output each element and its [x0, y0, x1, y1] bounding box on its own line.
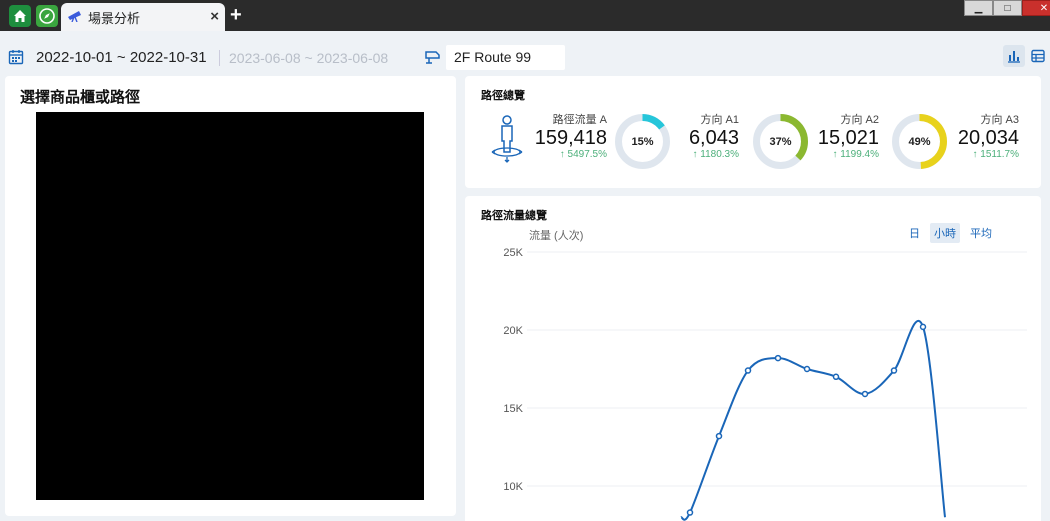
data-point[interactable]: [744, 367, 752, 374]
path-summary-panel: 路徑總覽 路徑流量 A 159,418 ↑ 5497.5% 15% 方向 A1 …: [465, 76, 1041, 188]
person-path-icon: [491, 114, 523, 169]
direction-a1-donut: 15%: [614, 113, 671, 170]
y-tick-label: 15K: [503, 403, 523, 415]
new-tab-button[interactable]: +: [230, 4, 242, 26]
path-flow-chart-panel: 路徑流量總覽 流量 (人次) 日 小時 平均 25K 20K 15K 10K: [465, 196, 1041, 521]
compass-icon[interactable]: [36, 5, 58, 27]
data-point[interactable]: [715, 432, 723, 440]
total-path-stat: 路徑流量 A 159,418 ↑ 5497.5%: [533, 111, 607, 160]
window-controls: ▁ □ ✕: [964, 0, 1050, 16]
camera-icon: [424, 49, 442, 70]
y-tick-label: 10K: [503, 481, 523, 493]
bar-chart-icon: [1008, 51, 1020, 63]
direction-a2-change: ↑ 1199.4%: [832, 149, 879, 160]
direction-a2-value: 15,021: [817, 127, 879, 149]
direction-a2-stat: 方向 A2 15,021 ↑ 1199.4%: [813, 111, 879, 160]
data-point[interactable]: [832, 373, 840, 381]
table-view-button[interactable]: [1028, 45, 1048, 67]
total-path-label: 路徑流量 A: [552, 114, 607, 126]
compare-date-range[interactable]: 2023-06-08 ~ 2023-06-08: [229, 50, 388, 66]
tab-close-icon[interactable]: ×: [210, 8, 219, 25]
home-icon[interactable]: [9, 5, 31, 27]
direction-a3-change: ↑ 1511.7%: [972, 149, 1019, 160]
direction-a2-percent: 37%: [769, 135, 792, 148]
minimize-button[interactable]: ▁: [964, 0, 993, 16]
data-point[interactable]: [774, 354, 782, 362]
y-tick-label: 25K: [503, 247, 523, 259]
data-point[interactable]: [686, 509, 694, 516]
data-point[interactable]: [919, 323, 927, 331]
counter-path-panel: 選擇商品櫃或路徑: [5, 76, 456, 516]
direction-a3-stat: 方向 A3 20,034 ↑ 1511.7%: [953, 111, 1019, 160]
calendar-icon[interactable]: [8, 49, 24, 70]
chart-view-button[interactable]: [1003, 45, 1025, 67]
y-tick-label: 20K: [503, 325, 523, 337]
data-point[interactable]: [803, 365, 811, 373]
route-label: 2F Route 99: [454, 49, 532, 65]
summary-title: 路徑總覽: [481, 90, 525, 102]
series-line: [680, 319, 946, 521]
data-point[interactable]: [890, 367, 898, 374]
direction-a1-stat: 方向 A1 6,043 ↑ 1180.3%: [677, 111, 739, 160]
direction-a1-change: ↑ 1180.3%: [692, 149, 739, 160]
direction-a3-percent: 49%: [908, 135, 931, 148]
direction-a2-donut: 37%: [752, 113, 809, 170]
direction-a1-label: 方向 A1: [700, 114, 739, 126]
date-separator: [219, 50, 220, 66]
close-window-button[interactable]: ✕: [1022, 0, 1050, 16]
tab-scene-analysis[interactable]: 場景分析 ×: [61, 3, 225, 31]
toolbar: 2022-10-01 ~ 2022-10-31 2023-06-08 ~ 202…: [0, 40, 1050, 74]
data-point[interactable]: [861, 390, 869, 398]
floorplan-map[interactable]: [36, 112, 424, 500]
panel-title: 選擇商品櫃或路徑: [20, 89, 141, 106]
direction-a3-label: 方向 A3: [980, 114, 1019, 126]
table-icon: [1031, 49, 1045, 63]
direction-a1-percent: 15%: [631, 135, 654, 148]
route-selector[interactable]: 2F Route 99: [446, 45, 565, 70]
tab-label: 場景分析: [88, 10, 141, 26]
direction-a3-value: 20,034: [957, 127, 1019, 149]
direction-a2-label: 方向 A2: [840, 114, 879, 126]
date-range[interactable]: 2022-10-01 ~ 2022-10-31: [36, 49, 207, 66]
line-chart: 25K 20K 15K 10K: [503, 247, 1027, 521]
telescope-icon: [67, 8, 83, 27]
total-path-value: 159,418: [534, 127, 607, 149]
total-path-change: ↑ 5497.5%: [559, 149, 607, 160]
direction-a3-donut: 49%: [891, 113, 948, 170]
title-bar: 場景分析 × + ▁ □ ✕: [0, 0, 1050, 31]
direction-a1-value: 6,043: [688, 127, 739, 149]
maximize-button[interactable]: □: [993, 0, 1022, 16]
